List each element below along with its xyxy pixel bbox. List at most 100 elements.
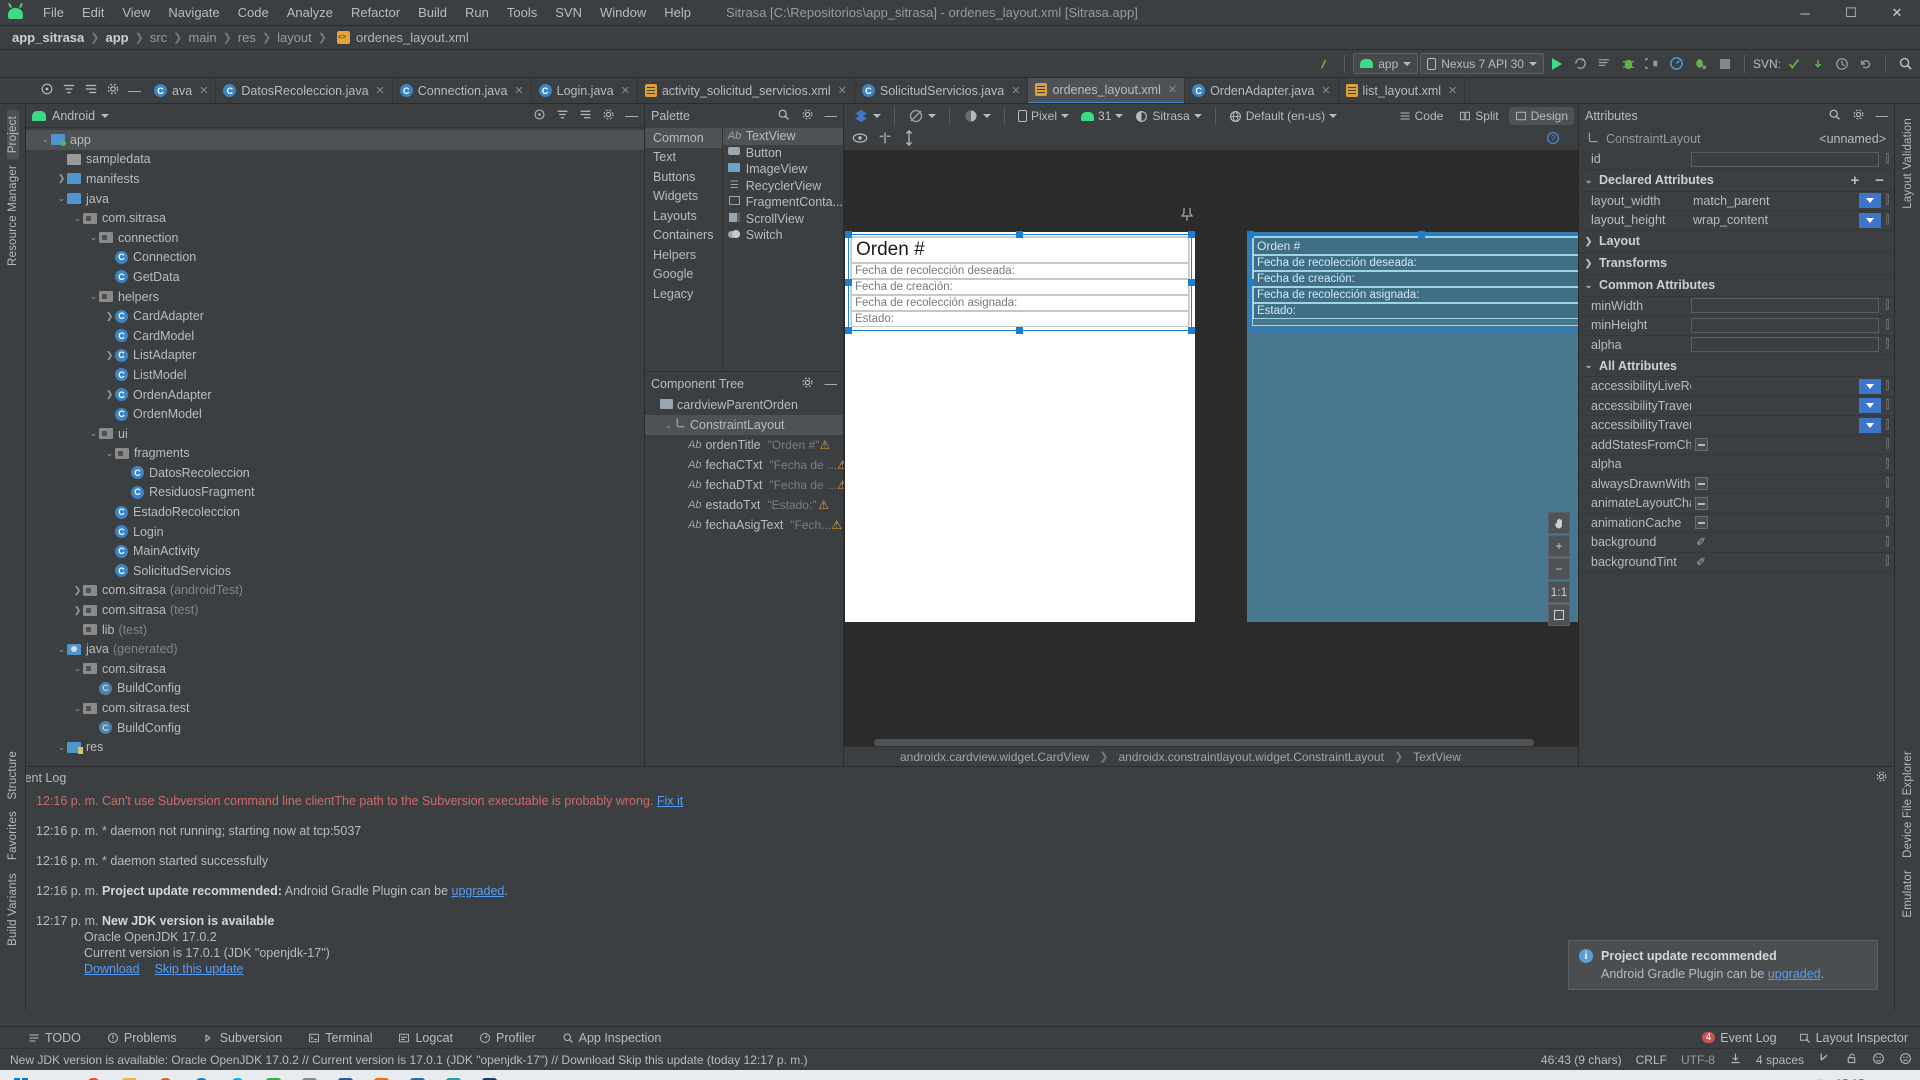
entry-link-fix-it[interactable]: Fix it: [657, 794, 683, 808]
attribute-row-animationcache[interactable]: animationCache ⫿: [1579, 514, 1894, 533]
attribute-pin-icon[interactable]: ⫿: [1881, 438, 1894, 451]
attribute-checkbox[interactable]: [1695, 477, 1708, 491]
tool-window-profiler[interactable]: Profiler: [475, 1030, 540, 1046]
chevron-down-icon[interactable]: [101, 113, 110, 118]
project-tree[interactable]: ⌄ app sampledata ❯ manifests ⌄ java ⌄ com.sitras…: [26, 128, 644, 766]
chevron-down-icon[interactable]: ⌄: [56, 193, 67, 204]
search-taskbar-icon[interactable]: [42, 1072, 72, 1080]
zoom-actual-size-button[interactable]: 1:1: [1548, 581, 1570, 603]
attribute-pin-icon[interactable]: ⫿: [1881, 497, 1894, 510]
close-icon[interactable]: ✕: [1448, 84, 1457, 97]
warning-icon[interactable]: ⚠: [831, 518, 842, 532]
chevron-down-icon[interactable]: ⌄: [663, 420, 674, 431]
tree-node-login[interactable]: C Login: [26, 522, 644, 542]
chevron-right-icon[interactable]: ❯: [104, 311, 115, 322]
canvas-breadcrumb-textview[interactable]: TextView: [1413, 750, 1461, 764]
tree-node-estadorecoleccion[interactable]: C EstadoRecoleccion: [26, 502, 644, 522]
notepad-icon[interactable]: [294, 1072, 324, 1080]
palette-category-layouts[interactable]: Layouts: [645, 206, 722, 226]
chevron-right-icon[interactable]: ❯: [72, 585, 83, 596]
palette-category-legacy[interactable]: Legacy: [645, 284, 722, 304]
attribute-pin-icon[interactable]: ⫿: [1881, 458, 1894, 471]
attach-debugger-icon[interactable]: [1642, 53, 1664, 75]
attribute-row-minwidth[interactable]: minWidth ⫿: [1579, 297, 1894, 316]
tree-node-buildconfig[interactable]: C BuildConfig: [26, 718, 644, 738]
palette-category-text[interactable]: Text: [645, 148, 722, 168]
attribute-value-cell[interactable]: ⫿: [1691, 298, 1894, 314]
tool-window-app-inspection[interactable]: App Inspection: [558, 1030, 666, 1046]
tree-node-listmodel[interactable]: C ListModel: [26, 365, 644, 385]
chevron-right-icon[interactable]: ❯: [104, 350, 115, 361]
menu-code[interactable]: Code: [229, 2, 278, 23]
lock-icon[interactable]: [1845, 1052, 1858, 1068]
api-combo[interactable]: 31: [1076, 107, 1128, 125]
device-combo[interactable]: Pixel: [1013, 107, 1074, 125]
attribute-value-cell[interactable]: wrap_content ⫿: [1691, 212, 1894, 228]
close-icon[interactable]: ✕: [199, 84, 208, 97]
firefox-icon[interactable]: [150, 1072, 180, 1080]
svn-arrow-down-icon[interactable]: [1807, 53, 1829, 75]
breadcrumb-item-src[interactable]: src: [148, 30, 169, 45]
attribute-section-all[interactable]: ⌄ All Attributes: [1579, 355, 1894, 377]
attribute-pin-icon[interactable]: ⫿: [1881, 194, 1894, 207]
component-tree-row-cardviewparentorden[interactable]: cardviewParentOrden: [645, 395, 843, 415]
attribute-value-cell[interactable]: ⫿: [1691, 398, 1894, 414]
profiler-icon[interactable]: [1666, 53, 1688, 75]
tree-node-res[interactable]: ⌄ res: [26, 737, 644, 757]
sad-face-icon[interactable]: [1899, 1052, 1912, 1068]
tree-node-residuosfragment[interactable]: C ResiduosFragment: [26, 483, 644, 503]
attribute-row-alpha[interactable]: alpha ⫿: [1579, 336, 1894, 355]
settings-icon[interactable]: [801, 108, 814, 124]
settings-icon[interactable]: [1875, 770, 1888, 786]
color-picker-icon[interactable]: ✐: [1691, 535, 1711, 549]
mode-code[interactable]: Code: [1393, 107, 1450, 125]
attribute-pin-icon[interactable]: ⫿: [1881, 338, 1894, 351]
attribute-value-cell[interactable]: ⫿: [1691, 337, 1894, 353]
breadcrumb-item-project[interactable]: app_sitrasa: [10, 30, 86, 45]
line-separator[interactable]: CRLF: [1636, 1053, 1667, 1067]
chevron-down-icon[interactable]: ⌄: [88, 428, 99, 439]
tool-window-event-log[interactable]: 4 Event Log: [1698, 1030, 1781, 1046]
close-icon[interactable]: ✕: [1168, 83, 1177, 96]
resize-handle-ml[interactable]: [845, 279, 852, 286]
tool-window-device-file-explorer[interactable]: Device File Explorer: [1902, 745, 1914, 864]
chevron-down-icon[interactable]: ⌄: [56, 644, 67, 655]
attribute-row-background[interactable]: background ✐ ⫿: [1579, 533, 1894, 553]
hide-icon[interactable]: —: [128, 83, 141, 98]
event-log-content[interactable]: 12:16 p. m. Can't use Subversion command…: [26, 789, 1920, 1026]
balloon-link-upgraded[interactable]: upgraded: [1768, 967, 1821, 981]
zoom-out-button[interactable]: −: [1548, 558, 1570, 580]
svn-history-icon[interactable]: [1831, 53, 1853, 75]
edge-icon[interactable]: [186, 1072, 216, 1080]
tool-window-layout-inspector[interactable]: Layout Inspector: [1795, 1030, 1912, 1046]
tree-node-lib[interactable]: lib (test): [26, 620, 644, 640]
attribute-value-cell[interactable]: ⫿: [1691, 438, 1894, 452]
settings-icon[interactable]: [602, 108, 615, 124]
component-tree-row-constraintlayout[interactable]: ⌄ ConstraintLayout: [645, 415, 843, 435]
color-picker-icon[interactable]: ✐: [1691, 555, 1711, 569]
bp-resize-handle-tc[interactable]: [1418, 231, 1425, 238]
attribute-pin-icon[interactable]: ⫿: [1881, 319, 1894, 332]
hide-icon[interactable]: —: [625, 108, 638, 123]
help-icon[interactable]: ?: [1546, 131, 1560, 148]
search-icon[interactable]: [1828, 108, 1841, 124]
show-constraints-icon[interactable]: [903, 106, 941, 126]
tab-connection[interactable]: C Connection.java ✕: [393, 78, 532, 103]
palette-category-widgets[interactable]: Widgets: [645, 187, 722, 207]
attribute-row-layoutheight[interactable]: layout_height wrap_content ⫿: [1579, 211, 1894, 231]
settings-icon[interactable]: [801, 376, 814, 392]
attribute-section-common[interactable]: ⌄ Common Attributes: [1579, 275, 1894, 297]
palette-item-imageview[interactable]: ImageView: [723, 161, 843, 178]
component-tree-body[interactable]: cardviewParentOrden ⌄ ConstraintLayout Ab or…: [645, 395, 848, 766]
attribute-row-animatelayoutchanges[interactable]: animateLayoutChanges ⫿: [1579, 494, 1894, 514]
attribute-pin-icon[interactable]: ⫿: [1881, 536, 1894, 549]
palette-category-buttons[interactable]: Buttons: [645, 167, 722, 187]
app-icon-navy[interactable]: [474, 1072, 504, 1080]
attribute-value-cell[interactable]: ✐ ⫿: [1691, 555, 1894, 569]
design-canvas[interactable]: Orden # Fecha de recolección deseada: Fe…: [844, 150, 1578, 746]
target-icon[interactable]: [533, 108, 546, 124]
breadcrumb-item-res[interactable]: res: [236, 30, 258, 45]
chevron-down-icon[interactable]: ⌄: [56, 742, 67, 753]
palette-item-fragmentconta[interactable]: FragmentConta...: [723, 194, 843, 211]
attribute-input[interactable]: [1691, 298, 1879, 314]
